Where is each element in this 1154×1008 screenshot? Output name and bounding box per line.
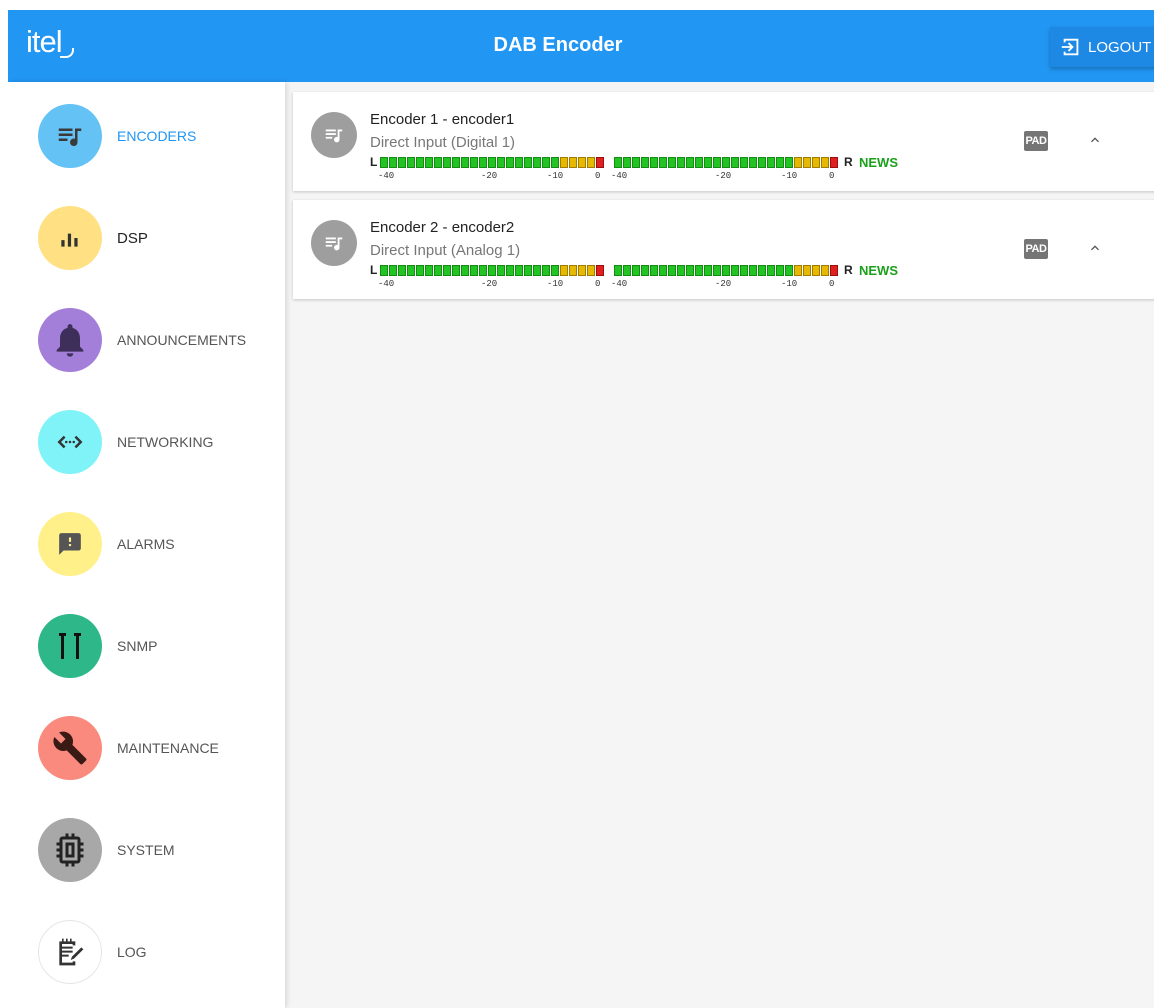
networking-icon-circle bbox=[38, 410, 102, 474]
snmp-icon-circle bbox=[38, 614, 102, 678]
sidebar-item-label: MAINTENANCE bbox=[117, 740, 219, 756]
sidebar-item-snmp[interactable]: SNMP bbox=[8, 596, 285, 696]
notepad-icon bbox=[59, 938, 84, 966]
sidebar-item-system[interactable]: SYSTEM bbox=[8, 800, 285, 900]
encoder-input-source: Direct Input (Digital 1) bbox=[370, 134, 516, 151]
page-title: DAB Encoder bbox=[493, 34, 623, 56]
equalizer-icon bbox=[61, 233, 78, 247]
encoder-input-source: Direct Input (Analog 1) bbox=[370, 242, 521, 259]
sidebar-item-label: SYSTEM bbox=[117, 842, 175, 858]
sidebar-item-maintenance[interactable]: MAINTENANCE bbox=[8, 698, 285, 798]
tick-label: -40 bbox=[611, 279, 628, 289]
tick-label: -10 bbox=[781, 279, 798, 289]
tick-label: 0 bbox=[829, 171, 835, 181]
sidebar-item-label: SNMP bbox=[117, 638, 158, 654]
bell-icon bbox=[56, 324, 84, 357]
log-icon-circle bbox=[38, 920, 102, 984]
chevron-up-icon[interactable] bbox=[1087, 240, 1103, 256]
right-level-bar bbox=[614, 157, 839, 168]
snmp-icon bbox=[59, 633, 81, 659]
alarms-icon-circle bbox=[38, 512, 102, 576]
code-arrows-icon bbox=[57, 435, 83, 449]
tick-label: 0 bbox=[595, 279, 601, 289]
app-window: itel DAB Encoder LOGOUT ENCODERS DSP ANN… bbox=[8, 10, 1154, 1008]
encoder-avatar bbox=[311, 220, 357, 266]
encoder-title: Encoder 2 - encoder2 bbox=[370, 219, 515, 236]
dsp-icon-circle bbox=[38, 206, 102, 270]
left-level-bar bbox=[380, 265, 605, 276]
tick-label: -10 bbox=[781, 171, 798, 181]
logout-label: LOGOUT bbox=[1088, 38, 1152, 56]
sidebar-item-log[interactable]: LOG bbox=[8, 902, 285, 1002]
encoder-avatar bbox=[311, 112, 357, 158]
queue-music-icon bbox=[58, 128, 82, 147]
tick-label: -40 bbox=[611, 171, 628, 181]
left-level-bar bbox=[380, 157, 605, 168]
sidebar-item-label: DSP bbox=[117, 229, 148, 247]
left-channel-label: L bbox=[370, 263, 378, 277]
sidebar-item-alarms[interactable]: ALARMS bbox=[8, 494, 285, 594]
right-channel-label: R bbox=[844, 263, 853, 277]
sidebar-item-label: ENCODERS bbox=[117, 128, 197, 144]
pad-button[interactable]: PAD bbox=[1024, 131, 1048, 151]
sidebar-item-label: ANNOUNCEMENTS bbox=[117, 332, 247, 348]
tick-label: -10 bbox=[547, 279, 564, 289]
sidebar-item-label: LOG bbox=[117, 944, 147, 960]
tick-label: -20 bbox=[715, 279, 732, 289]
maintenance-icon-circle bbox=[38, 716, 102, 780]
right-level-bar bbox=[614, 265, 839, 276]
sidebar-item-encoders[interactable]: ENCODERS bbox=[8, 86, 285, 186]
chip-icon bbox=[56, 833, 84, 867]
news-status: NEWS bbox=[859, 155, 898, 170]
left-channel-label: L bbox=[370, 155, 378, 169]
tick-label: -20 bbox=[481, 279, 498, 289]
sidebar: ENCODERS DSP ANNOUNCEMENTS NETWORKING AL bbox=[8, 82, 285, 1008]
right-channel-label: R bbox=[844, 155, 853, 169]
logout-button[interactable]: LOGOUT bbox=[1050, 27, 1154, 67]
tick-label: -40 bbox=[378, 171, 395, 181]
tick-label: -10 bbox=[547, 171, 564, 181]
sidebar-item-networking[interactable]: NETWORKING bbox=[8, 392, 285, 492]
tick-label: -20 bbox=[715, 171, 732, 181]
encoder-card[interactable]: Encoder 1 - encoder1 Direct Input (Digit… bbox=[293, 92, 1154, 191]
system-icon-circle bbox=[38, 818, 102, 882]
encoder-title: Encoder 1 - encoder1 bbox=[370, 111, 515, 128]
chevron-up-icon[interactable] bbox=[1087, 132, 1103, 148]
news-status: NEWS bbox=[859, 263, 898, 278]
tick-label: -20 bbox=[481, 171, 498, 181]
pad-button[interactable]: PAD bbox=[1024, 239, 1048, 259]
audio-level-meter: L R NEWS -40 -20 -10 0 -40 -20 -10 0 bbox=[370, 263, 930, 291]
tick-label: -40 bbox=[378, 279, 395, 289]
sidebar-item-label: NETWORKING bbox=[117, 434, 214, 450]
queue-music-icon bbox=[325, 237, 343, 251]
sidebar-item-dsp[interactable]: DSP bbox=[8, 188, 285, 288]
tick-label: 0 bbox=[595, 171, 601, 181]
wrench-icon bbox=[53, 731, 87, 765]
encoder-card[interactable]: Encoder 2 - encoder2 Direct Input (Analo… bbox=[293, 200, 1154, 299]
alert-message-icon bbox=[59, 533, 81, 555]
sidebar-item-label: ALARMS bbox=[117, 536, 175, 552]
encoders-icon-circle bbox=[38, 104, 102, 168]
tick-label: 0 bbox=[829, 279, 835, 289]
announcements-icon-circle bbox=[38, 308, 102, 372]
queue-music-icon bbox=[325, 129, 343, 143]
sidebar-item-announcements[interactable]: ANNOUNCEMENTS bbox=[8, 290, 285, 390]
audio-level-meter: L R NEWS -40 -20 -10 0 -40 -20 -10 0 bbox=[370, 155, 930, 183]
login-icon bbox=[1061, 38, 1079, 56]
top-app-bar: itel DAB Encoder LOGOUT bbox=[8, 10, 1154, 82]
